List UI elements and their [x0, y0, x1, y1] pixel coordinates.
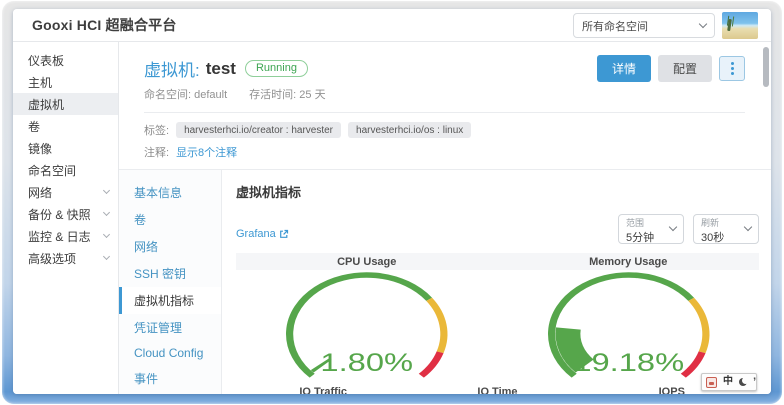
scrollbar-thumb[interactable] — [763, 47, 769, 87]
label-chip: harvesterhci.io/os : linux — [348, 122, 471, 138]
memory-usage-gauge: 19.18% — [498, 270, 760, 382]
metrics-title: 虚拟机指标 — [236, 182, 759, 201]
detail-tabs: 基本信息 卷 网络 SSH 密钥 虚拟机指标 凭证管理 Cloud Config… — [119, 170, 222, 394]
ime-language-toggle[interactable]: 中 — [723, 377, 733, 387]
app-title: Gooxi HCI 超融合平台 — [32, 15, 177, 35]
divider — [144, 112, 745, 113]
tab-migration[interactable]: 迁移 — [119, 392, 221, 394]
grafana-link[interactable]: Grafana — [236, 228, 289, 240]
tab-volumes[interactable]: 卷 — [119, 206, 221, 233]
labels-title: 标签: — [144, 122, 169, 138]
ime-punctuation-toggle[interactable]: ” — [753, 379, 757, 386]
io-time-panel: IO Time 2 ms1.50 ms1 ms — [410, 382, 584, 394]
kebab-icon — [731, 62, 734, 65]
svg-text:19.18%: 19.18% — [573, 350, 684, 377]
tab-networks[interactable]: 网络 — [119, 233, 221, 260]
detail-body: 基本信息 卷 网络 SSH 密钥 虚拟机指标 凭证管理 Cloud Config… — [119, 169, 771, 394]
panel-title: Memory Usage — [498, 253, 760, 270]
svg-text:1.80%: 1.80% — [320, 350, 413, 377]
sidebar-item-namespaces[interactable]: 命名空间 — [13, 159, 118, 181]
sidebar-item-virtual-machines[interactable]: 虚拟机 — [13, 93, 118, 115]
main-content: 虚拟机: test Running 详情 配置 命名空间: default 存活… — [119, 42, 771, 394]
metrics-pane: 虚拟机指标 Grafana 范围 5分钟 — [222, 170, 771, 394]
page-header: 虚拟机: test Running 详情 配置 命名空间: default 存活… — [119, 42, 771, 160]
app-header: Gooxi HCI 超融合平台 所有命名空间 — [13, 9, 771, 42]
status-badge: Running — [245, 60, 308, 77]
tab-ssh-keys[interactable]: SSH 密钥 — [119, 260, 221, 287]
sidebar-item-hosts[interactable]: 主机 — [13, 71, 118, 93]
namespace-filter-select[interactable]: 所有命名空间 — [573, 13, 715, 38]
ime-fullwidth-moon-icon[interactable] — [739, 378, 747, 386]
config-button[interactable]: 配置 — [658, 55, 712, 82]
chevron-down-icon — [103, 231, 110, 238]
sidebar-item-advanced[interactable]: 高级选项 — [13, 247, 118, 269]
sidebar: 仪表板 主机 虚拟机 卷 镜像 命名空间 网络 备份 & 快照 监控 & 日志 … — [13, 42, 119, 394]
sidebar-item-backup-snapshot[interactable]: 备份 & 快照 — [13, 203, 118, 225]
sidebar-item-volumes[interactable]: 卷 — [13, 115, 118, 137]
chevron-down-icon — [103, 209, 110, 216]
tab-basic-info[interactable]: 基本信息 — [119, 179, 221, 206]
metrics-dashboard: CPU Usage 1.80% Memory Usage 19.18% IO T… — [236, 253, 759, 394]
sidebar-item-monitoring-logs[interactable]: 监控 & 日志 — [13, 225, 118, 247]
memory-usage-panel: Memory Usage 19.18% — [498, 253, 760, 382]
ime-input-method-icon[interactable] — [706, 377, 717, 388]
tab-credentials[interactable]: 凭证管理 — [119, 314, 221, 341]
panel-title: IO Time — [410, 384, 584, 394]
label-chip: harvesterhci.io/creator : harvester — [176, 122, 341, 138]
chevron-down-icon — [103, 187, 110, 194]
io-traffic-panel: IO Traffic 5 kB/s4 kB/s3 kB/s — [236, 382, 410, 394]
age-meta: 存活时间: 25 天 — [249, 86, 325, 102]
ime-toolbar: 中 ” — [701, 373, 757, 391]
cpu-usage-panel: CPU Usage 1.80% — [236, 253, 498, 382]
sidebar-item-dashboard[interactable]: 仪表板 — [13, 49, 118, 71]
chevron-down-icon — [699, 20, 707, 28]
external-link-icon — [279, 229, 289, 239]
range-select[interactable]: 范围 5分钟 — [618, 214, 684, 244]
cpu-usage-gauge: 1.80% — [236, 270, 498, 382]
chevron-down-icon — [103, 253, 110, 260]
user-avatar[interactable] — [722, 12, 758, 39]
window-frame: Gooxi HCI 超融合平台 所有命名空间 仪表板 主机 虚拟机 卷 镜像 命… — [2, 1, 782, 404]
sidebar-item-images[interactable]: 镜像 — [13, 137, 118, 159]
tab-vm-metrics[interactable]: 虚拟机指标 — [119, 287, 221, 314]
details-button[interactable]: 详情 — [597, 55, 651, 82]
panel-title: IO Traffic — [236, 384, 410, 394]
panel-title: CPU Usage — [236, 253, 498, 270]
tab-events[interactable]: 事件 — [119, 365, 221, 392]
sidebar-item-networks[interactable]: 网络 — [13, 181, 118, 203]
resource-type-label[interactable]: 虚拟机: — [144, 56, 200, 81]
more-actions-button[interactable] — [719, 56, 745, 81]
scrollbar — [762, 44, 770, 392]
tab-cloud-config[interactable]: Cloud Config — [119, 341, 221, 365]
namespace-filter-value: 所有命名空间 — [582, 18, 700, 34]
page-title: test — [206, 59, 236, 79]
annotations-label: 注释: — [144, 144, 169, 160]
show-annotations-link[interactable]: 显示8个注释 — [176, 144, 237, 160]
namespace-meta: 命名空间: default — [144, 86, 227, 102]
refresh-select[interactable]: 刷新 30秒 — [693, 214, 759, 244]
app-window: Gooxi HCI 超融合平台 所有命名空间 仪表板 主机 虚拟机 卷 镜像 命… — [13, 9, 771, 394]
